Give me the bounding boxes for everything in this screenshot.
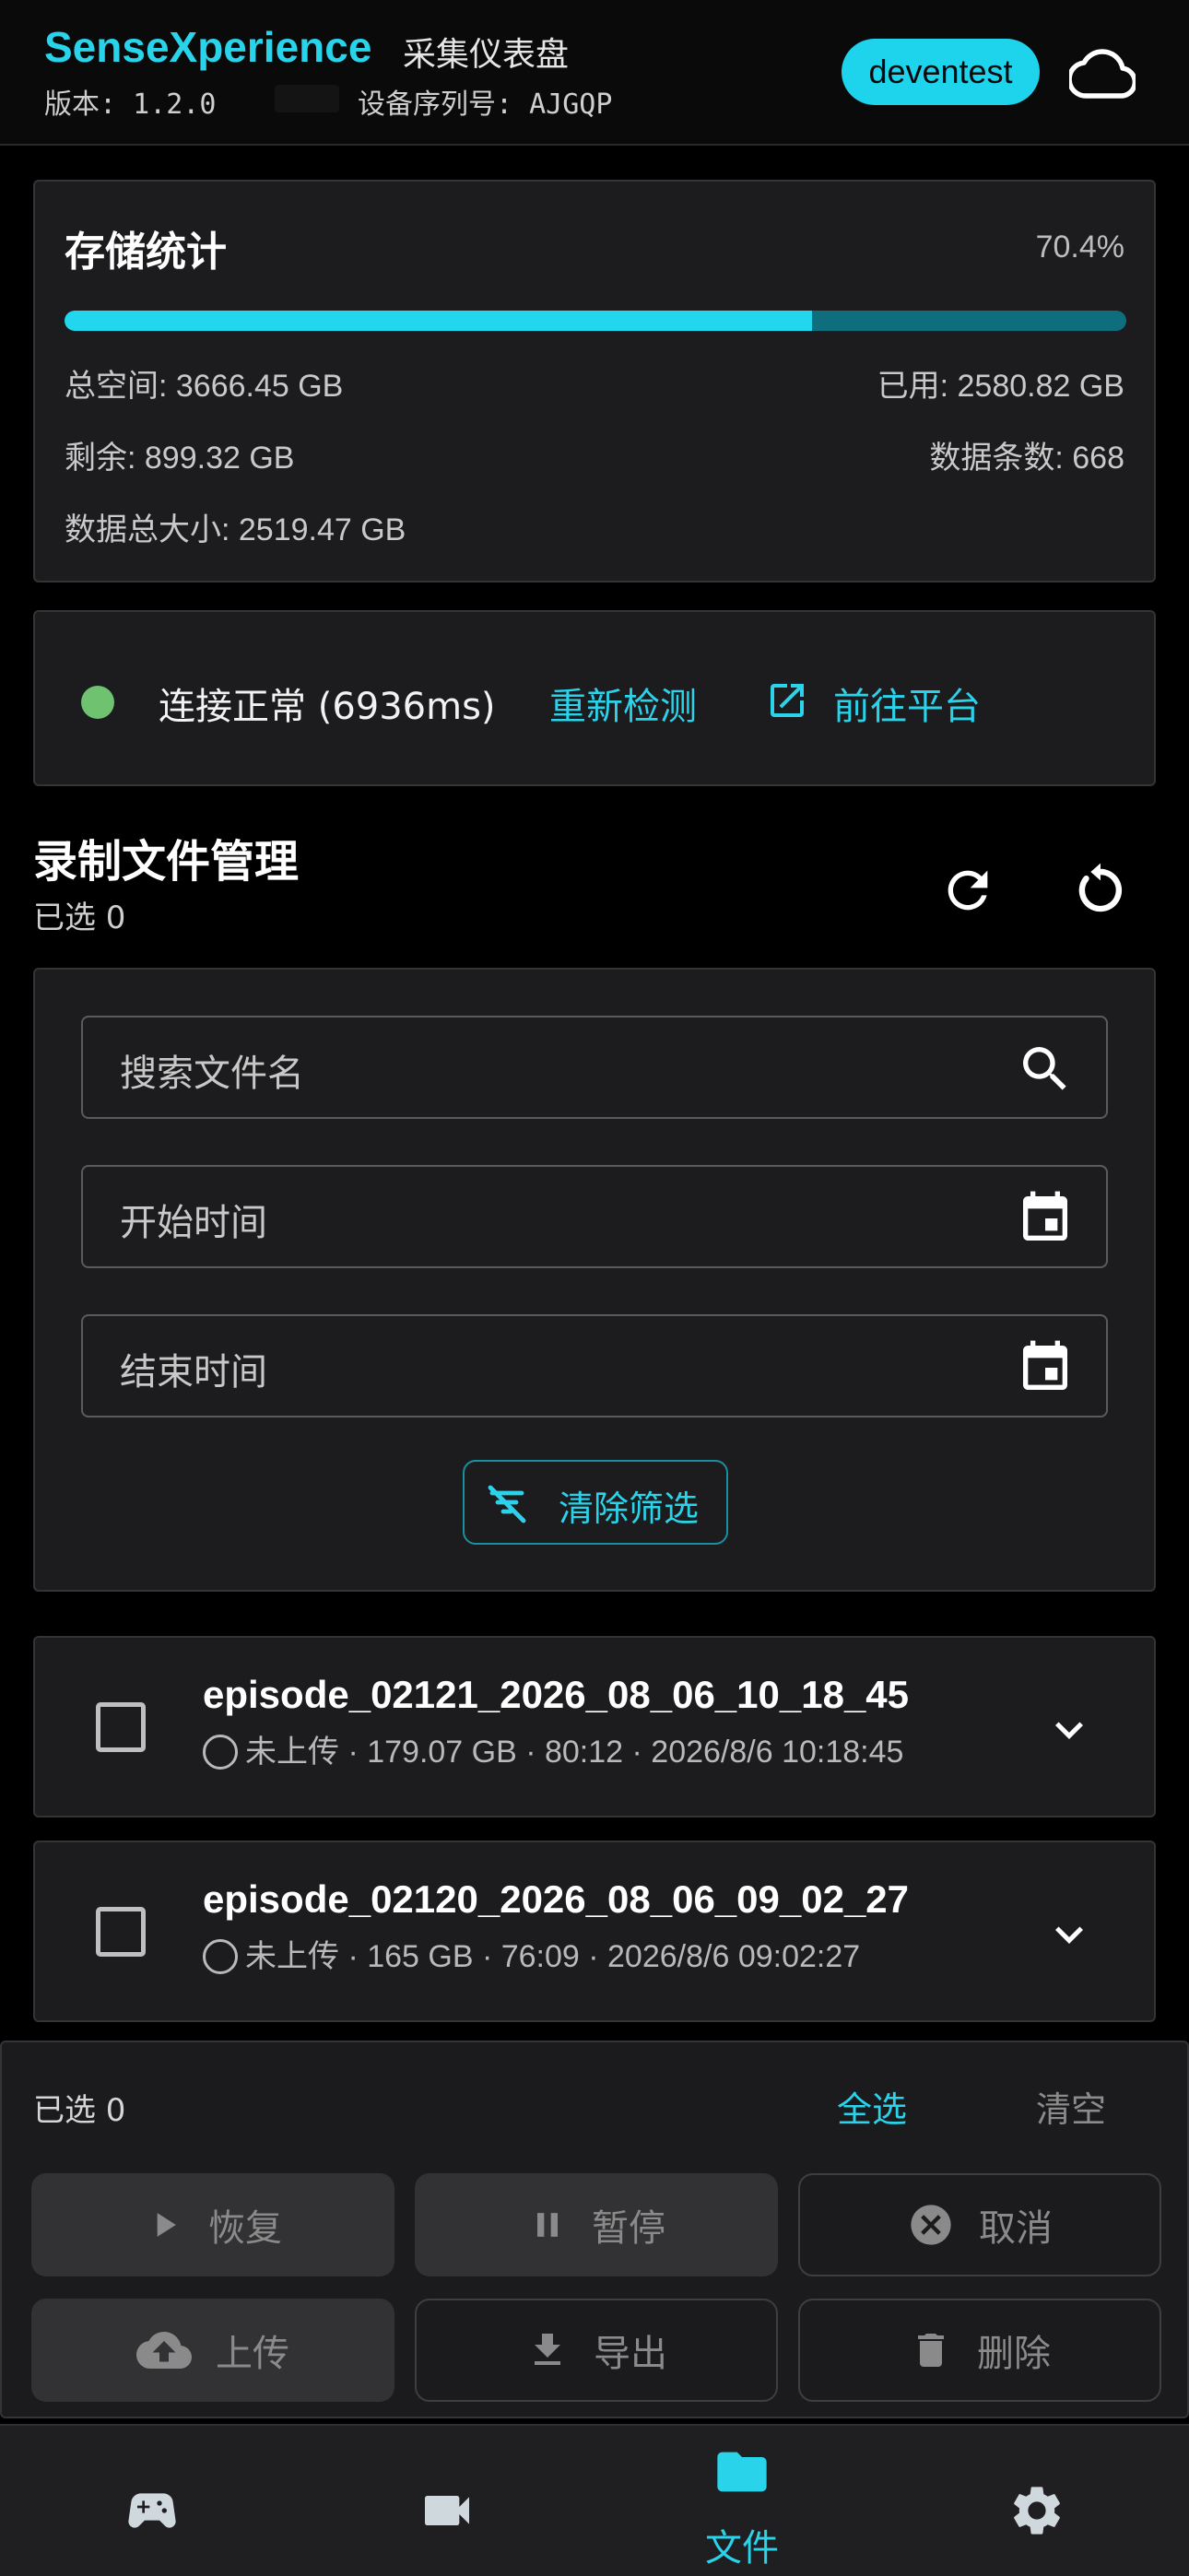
connection-status: 连接正常 (6936ms) — [159, 686, 496, 728]
end-time-placeholder: 结束时间 — [120, 1351, 267, 1394]
upload-status: 未上传 — [245, 1735, 339, 1770]
play-icon — [157, 2213, 176, 2237]
actions-selected-count: 已选 0 — [33, 2092, 126, 2129]
nav-item-video[interactable] — [355, 2426, 539, 2576]
cancel-icon — [911, 2205, 951, 2245]
sync-icon[interactable] — [1067, 857, 1134, 923]
clear-filter-label: 清除筛选 — [559, 1488, 700, 1529]
storage-count: 数据条数: 668 — [929, 441, 1124, 476]
storage-remaining: 剩余: 899.32 GB — [65, 441, 295, 476]
storage-percent: 70.4% — [1035, 229, 1124, 265]
upload-button[interactable]: 上传 — [31, 2299, 394, 2402]
app-subtitle: 采集仪表盘 — [403, 36, 570, 74]
resume-label: 恢复 — [208, 2207, 282, 2250]
cancel-label: 取消 — [979, 2207, 1053, 2250]
download-icon — [535, 2334, 560, 2365]
clear-filter-button[interactable]: 清除筛选 — [463, 1460, 728, 1545]
nav-item-gamepad[interactable] — [60, 2426, 244, 2576]
delete-label: 删除 — [977, 2333, 1051, 2375]
clear-selection-button[interactable]: 清空 — [1036, 2081, 1106, 2132]
serial-text: 设备序列号: AJGQP — [358, 88, 613, 121]
search-icon[interactable] — [1016, 1040, 1075, 1099]
settings-icon — [1014, 2487, 1060, 2535]
start-time-field[interactable]: 开始时间 — [81, 1165, 1108, 1268]
filter-card: 搜索文件名 开始时间 结束时间 清除筛选 — [33, 968, 1156, 1592]
upload-status-icon — [203, 1735, 238, 1770]
cloud-upload-icon — [136, 2332, 192, 2369]
end-time-field[interactable]: 结束时间 — [81, 1314, 1108, 1417]
list-item[interactable]: episode_02121_2026_08_06_10_18_45 未上传 · … — [33, 1636, 1156, 1817]
upload-status-icon — [203, 1939, 238, 1974]
resume-button[interactable]: 恢复 — [31, 2173, 394, 2276]
search-input[interactable]: 搜索文件名 — [81, 1016, 1108, 1119]
episode-details: · 179.07 GB · 80:12 · 2026/8/6 10:18:45 — [339, 1735, 904, 1770]
episode-checkbox[interactable] — [96, 1702, 146, 1752]
search-placeholder: 搜索文件名 — [120, 1053, 304, 1095]
chevron-down-icon[interactable] — [1042, 1907, 1097, 1962]
pause-icon — [537, 2213, 558, 2237]
app-meta: 版本: 1.2.0 设备序列号: AJGQP — [44, 81, 612, 122]
storage-card: 存储统计 70.4% 总空间: 3666.45 GB 已用: 2580.82 G… — [33, 180, 1156, 582]
episode-meta: 未上传 · 165 GB · 76:09 · 2026/8/6 09:02:27 — [203, 1931, 860, 1976]
nav-files-label: 文件 — [705, 2527, 779, 2570]
batch-actions-panel: 已选 0 全选 清空 恢复 暂停 取消 上传 导出 删除 — [0, 2041, 1189, 2418]
recheck-link[interactable]: 重新检测 — [549, 676, 697, 730]
filter-off-icon — [488, 1485, 526, 1523]
redacted-block — [275, 85, 339, 112]
video-camera-icon — [425, 2496, 469, 2525]
cancel-button[interactable]: 取消 — [798, 2173, 1161, 2276]
version-text: 版本: 1.2.0 — [44, 88, 217, 121]
list-item[interactable]: episode_02120_2026_08_06_09_02_27 未上传 · … — [33, 1841, 1156, 2022]
app-header: SenseXperience 采集仪表盘 版本: 1.2.0 设备序列号: AJ… — [0, 0, 1189, 146]
external-link-icon[interactable] — [765, 678, 809, 723]
app-brand: SenseXperience — [44, 23, 372, 71]
episode-checkbox[interactable] — [96, 1907, 146, 1957]
export-button[interactable]: 导出 — [415, 2299, 778, 2402]
bottom-nav: 文件 — [0, 2424, 1189, 2576]
calendar-icon[interactable] — [1016, 1189, 1075, 1248]
connection-card: 连接正常 (6936ms) 重新检测 前往平台 — [33, 610, 1156, 786]
episode-name: episode_02120_2026_08_06_09_02_27 — [203, 1877, 910, 1921]
refresh-icon[interactable] — [935, 857, 1001, 923]
nav-item-files[interactable]: 文件 — [650, 2426, 834, 2576]
episode-details: · 165 GB · 76:09 · 2026/8/6 09:02:27 — [339, 1939, 861, 1974]
select-all-button[interactable]: 全选 — [837, 2081, 907, 2132]
cloud-icon[interactable] — [1066, 46, 1137, 101]
storage-total: 总空间: 3666.45 GB — [65, 369, 344, 404]
upload-status: 未上传 — [245, 1939, 339, 1974]
upload-label: 上传 — [216, 2333, 289, 2375]
storage-progress-bar — [65, 311, 1126, 331]
chevron-down-icon[interactable] — [1042, 1702, 1097, 1758]
storage-progress-fill — [65, 311, 812, 331]
files-title: 录制文件管理 — [33, 836, 300, 888]
calendar-icon[interactable] — [1016, 1338, 1075, 1397]
files-selected-count: 已选 0 — [33, 900, 126, 936]
gamepad-icon — [128, 2493, 176, 2528]
storage-data-size: 数据总大小: 2519.47 GB — [65, 512, 406, 547]
storage-used: 已用: 2580.82 GB — [877, 369, 1124, 404]
status-dot — [81, 686, 114, 719]
folder-icon — [717, 2452, 767, 2492]
pause-label: 暂停 — [592, 2207, 665, 2250]
user-chip[interactable]: deventest — [842, 39, 1040, 105]
export-label: 导出 — [594, 2333, 667, 2375]
goto-platform-link[interactable]: 前往平台 — [833, 676, 981, 730]
storage-title: 存储统计 — [65, 229, 227, 276]
trash-icon — [918, 2334, 944, 2367]
episode-meta: 未上传 · 179.07 GB · 80:12 · 2026/8/6 10:18… — [203, 1726, 903, 1771]
nav-item-settings[interactable] — [945, 2426, 1129, 2576]
episode-name: episode_02121_2026_08_06_10_18_45 — [203, 1673, 910, 1716]
start-time-placeholder: 开始时间 — [120, 1202, 267, 1244]
pause-button[interactable]: 暂停 — [415, 2173, 778, 2276]
delete-button[interactable]: 删除 — [798, 2299, 1161, 2402]
